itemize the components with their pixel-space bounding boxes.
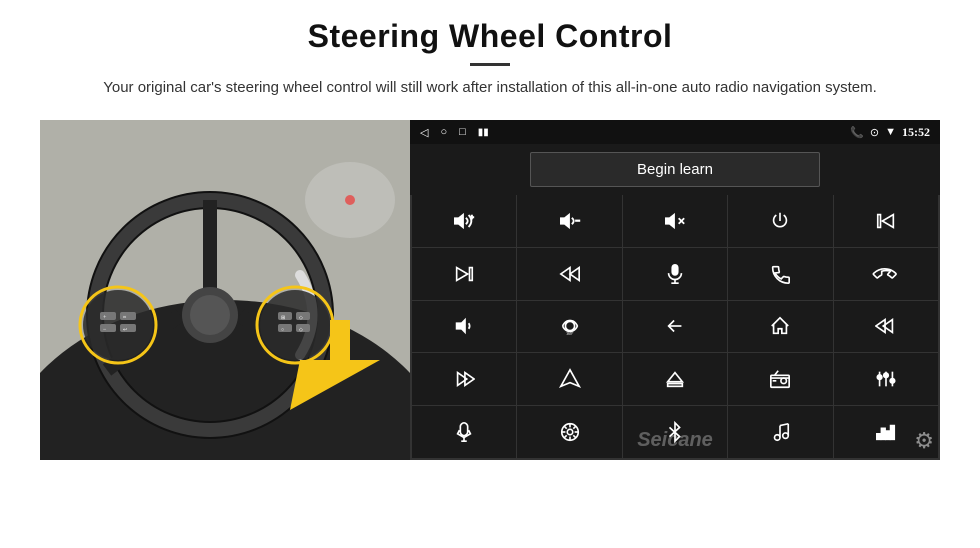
page-title: Steering Wheel Control <box>103 18 877 55</box>
steering-wheel-image: + ≈ − ↩ ⊞ ◇ ○ ◇ <box>40 120 410 460</box>
content-area: + ≈ − ↩ ⊞ ◇ ○ ◇ <box>40 120 940 460</box>
mic2-button[interactable] <box>412 406 516 458</box>
phone-status-icon: 📞 <box>850 126 864 139</box>
navigate-button[interactable] <box>517 353 621 405</box>
skip-back-button[interactable] <box>834 301 938 353</box>
cam360-button[interactable]: 360° <box>517 301 621 353</box>
status-bar-left: ◁ ○ □ ▮▮ <box>420 126 489 139</box>
back-button[interactable] <box>623 301 727 353</box>
fast-forward-button[interactable] <box>412 353 516 405</box>
speaker-button[interactable] <box>412 301 516 353</box>
subtitle-text: Your original car's steering wheel contr… <box>103 76 877 100</box>
prev-track-button[interactable] <box>834 195 938 247</box>
icon-grid: + − <box>410 195 940 460</box>
radio-button[interactable] <box>728 353 832 405</box>
phone-hangup-button[interactable] <box>834 248 938 300</box>
wifi-icon: ▼ <box>885 126 896 138</box>
svg-text:360°: 360° <box>566 333 573 337</box>
gear-icon[interactable]: ⚙ <box>914 428 934 454</box>
svg-text:◇: ◇ <box>299 327 303 333</box>
status-time: 15:52 <box>902 125 930 140</box>
begin-learn-row: Begin learn <box>410 144 940 195</box>
equalizer-button[interactable] <box>834 353 938 405</box>
vol-up-button[interactable]: + <box>412 195 516 247</box>
recents-nav-icon[interactable]: □ <box>459 126 466 138</box>
status-bar: ◁ ○ □ ▮▮ 📞 ⊙ ▼ 15:52 <box>410 120 940 144</box>
android-panel: ◁ ○ □ ▮▮ 📞 ⊙ ▼ 15:52 Begin learn <box>410 120 940 460</box>
svg-text:○: ○ <box>281 328 284 333</box>
svg-text:◇: ◇ <box>299 315 303 321</box>
phone-answer-button[interactable] <box>728 248 832 300</box>
seicane-watermark: Seicane <box>637 429 713 452</box>
next-track-button[interactable] <box>412 248 516 300</box>
settings-circle-button[interactable] <box>517 406 621 458</box>
music-button[interactable] <box>728 406 832 458</box>
battery-icon: ▮▮ <box>478 127 489 138</box>
home-button[interactable] <box>728 301 832 353</box>
vol-down-button[interactable]: − <box>517 195 621 247</box>
svg-text:⊞: ⊞ <box>281 315 285 321</box>
home-nav-icon[interactable]: ○ <box>440 126 447 138</box>
svg-text:−: − <box>575 216 579 225</box>
mic-button[interactable] <box>623 248 727 300</box>
eject-button[interactable] <box>623 353 727 405</box>
svg-text:+: + <box>470 214 474 221</box>
svg-text:↩: ↩ <box>123 328 127 333</box>
location-icon: ⊙ <box>870 126 879 139</box>
title-divider <box>470 63 510 66</box>
power-button[interactable] <box>728 195 832 247</box>
back-nav-icon[interactable]: ◁ <box>420 126 428 139</box>
begin-learn-button[interactable]: Begin learn <box>530 152 820 187</box>
status-bar-right: 📞 ⊙ ▼ 15:52 <box>850 125 930 140</box>
vol-mute-button[interactable] <box>623 195 727 247</box>
fast-backward-button[interactable] <box>517 248 621 300</box>
